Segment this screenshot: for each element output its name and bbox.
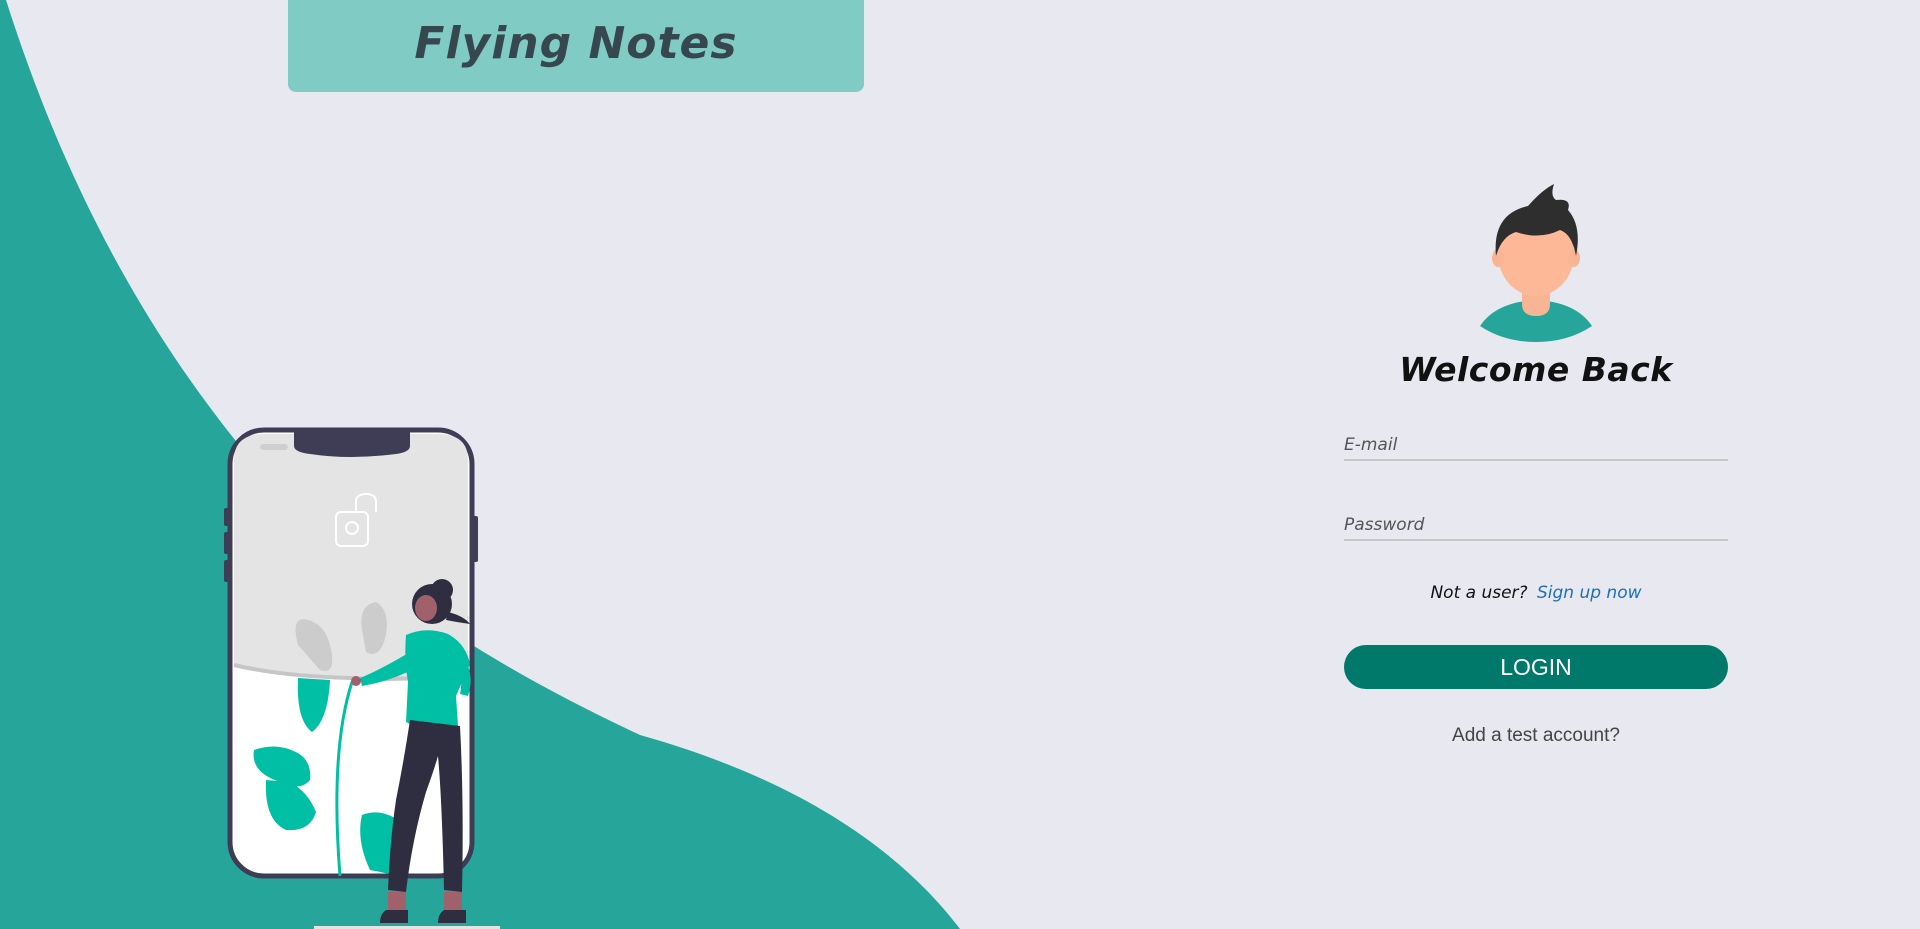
signup-link[interactable]: Sign up now xyxy=(1537,583,1642,603)
phone-illustration xyxy=(224,427,500,929)
brand-banner: Flying Notes xyxy=(288,0,864,92)
login-page: Flying Notes Welcome Back E-mail Not a u… xyxy=(0,0,1920,929)
email-field[interactable] xyxy=(1344,433,1728,461)
password-field[interactable] xyxy=(1344,513,1728,541)
login-button[interactable]: LOGIN xyxy=(1344,645,1728,689)
signup-prompt-line: Not a user? Sign up now xyxy=(1344,583,1728,603)
signup-prompt: Not a user? xyxy=(1430,583,1528,603)
user-avatar-icon xyxy=(1480,184,1592,342)
login-panel: Welcome Back Not a user? Sign up now LOG… xyxy=(1344,170,1728,747)
brand-title: Flying Notes xyxy=(414,17,738,69)
password-field-wrapper xyxy=(1344,513,1728,541)
email-field-wrapper xyxy=(1344,433,1728,461)
welcome-heading: Welcome Back xyxy=(1399,350,1673,389)
add-test-account-link[interactable]: Add a test account? xyxy=(1344,725,1728,747)
